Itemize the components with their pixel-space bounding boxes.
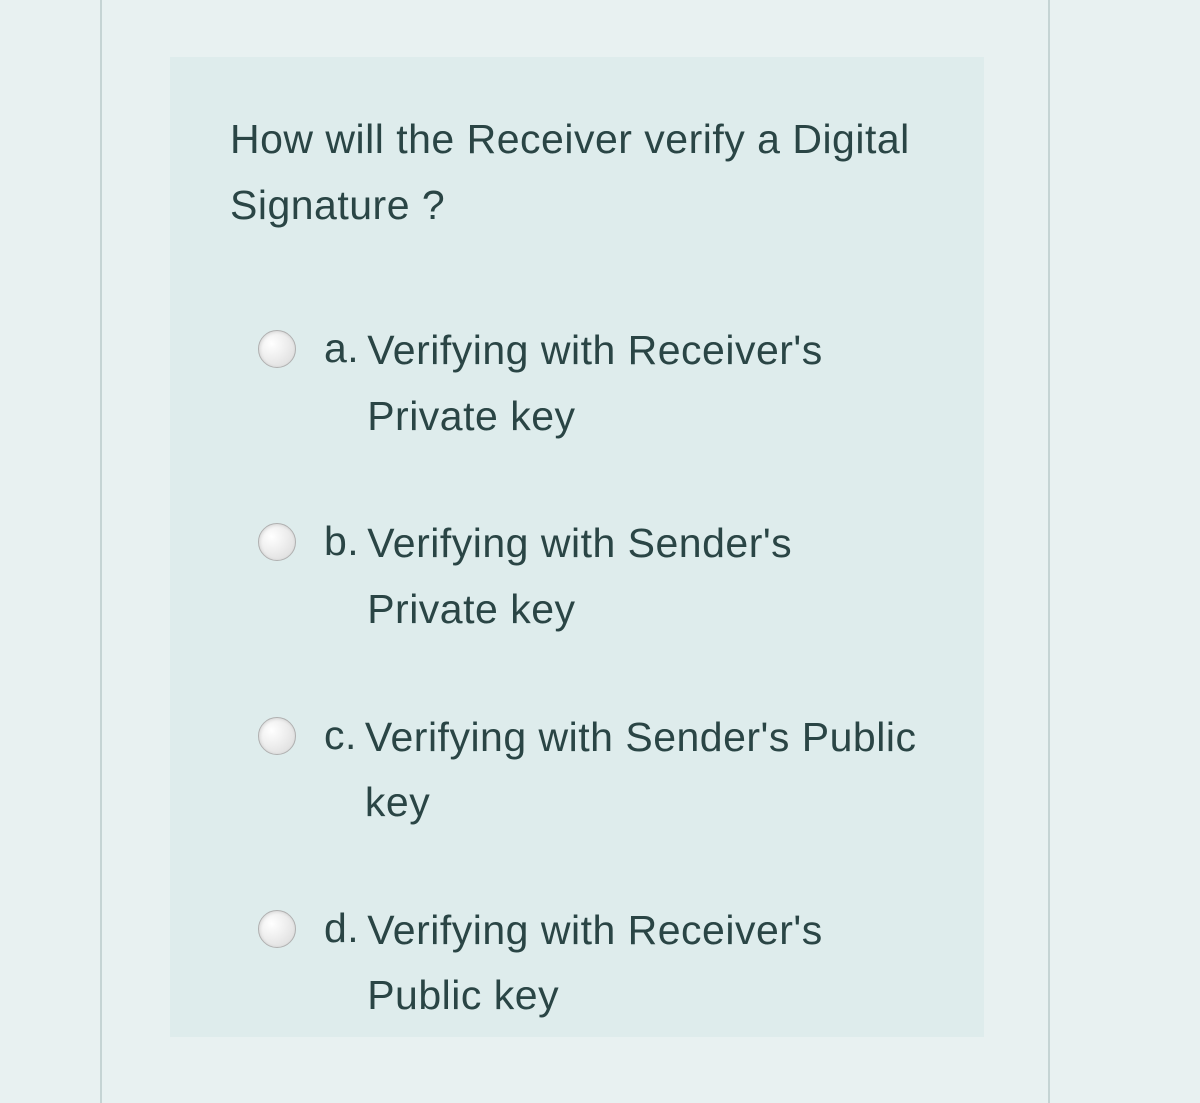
option-letter: b. bbox=[324, 511, 359, 573]
option-text-container: b. Verifying with Sender's Private key bbox=[324, 511, 924, 642]
option-d[interactable]: d. Verifying with Receiver's Public key bbox=[258, 898, 924, 1029]
option-label: Verifying with Receiver's Private key bbox=[367, 318, 924, 449]
option-text-container: c. Verifying with Sender's Public key bbox=[324, 705, 924, 836]
option-text-container: d. Verifying with Receiver's Public key bbox=[324, 898, 924, 1029]
option-c[interactable]: c. Verifying with Sender's Public key bbox=[258, 705, 924, 836]
option-a[interactable]: a. Verifying with Receiver's Private key bbox=[258, 318, 924, 449]
option-b[interactable]: b. Verifying with Sender's Private key bbox=[258, 511, 924, 642]
radio-icon[interactable] bbox=[258, 910, 296, 948]
question-text: How will the Receiver verify a Digital S… bbox=[230, 107, 924, 238]
option-label: Verifying with Sender's Public key bbox=[365, 705, 924, 836]
question-card: How will the Receiver verify a Digital S… bbox=[170, 57, 984, 1037]
option-label: Verifying with Receiver's Public key bbox=[367, 898, 924, 1029]
options-container: a. Verifying with Receiver's Private key… bbox=[230, 318, 924, 1029]
option-letter: c. bbox=[324, 705, 357, 767]
option-letter: a. bbox=[324, 318, 359, 380]
option-label: Verifying with Sender's Private key bbox=[367, 511, 924, 642]
radio-icon[interactable] bbox=[258, 330, 296, 368]
radio-icon[interactable] bbox=[258, 717, 296, 755]
option-text-container: a. Verifying with Receiver's Private key bbox=[324, 318, 924, 449]
radio-icon[interactable] bbox=[258, 523, 296, 561]
option-letter: d. bbox=[324, 898, 359, 960]
